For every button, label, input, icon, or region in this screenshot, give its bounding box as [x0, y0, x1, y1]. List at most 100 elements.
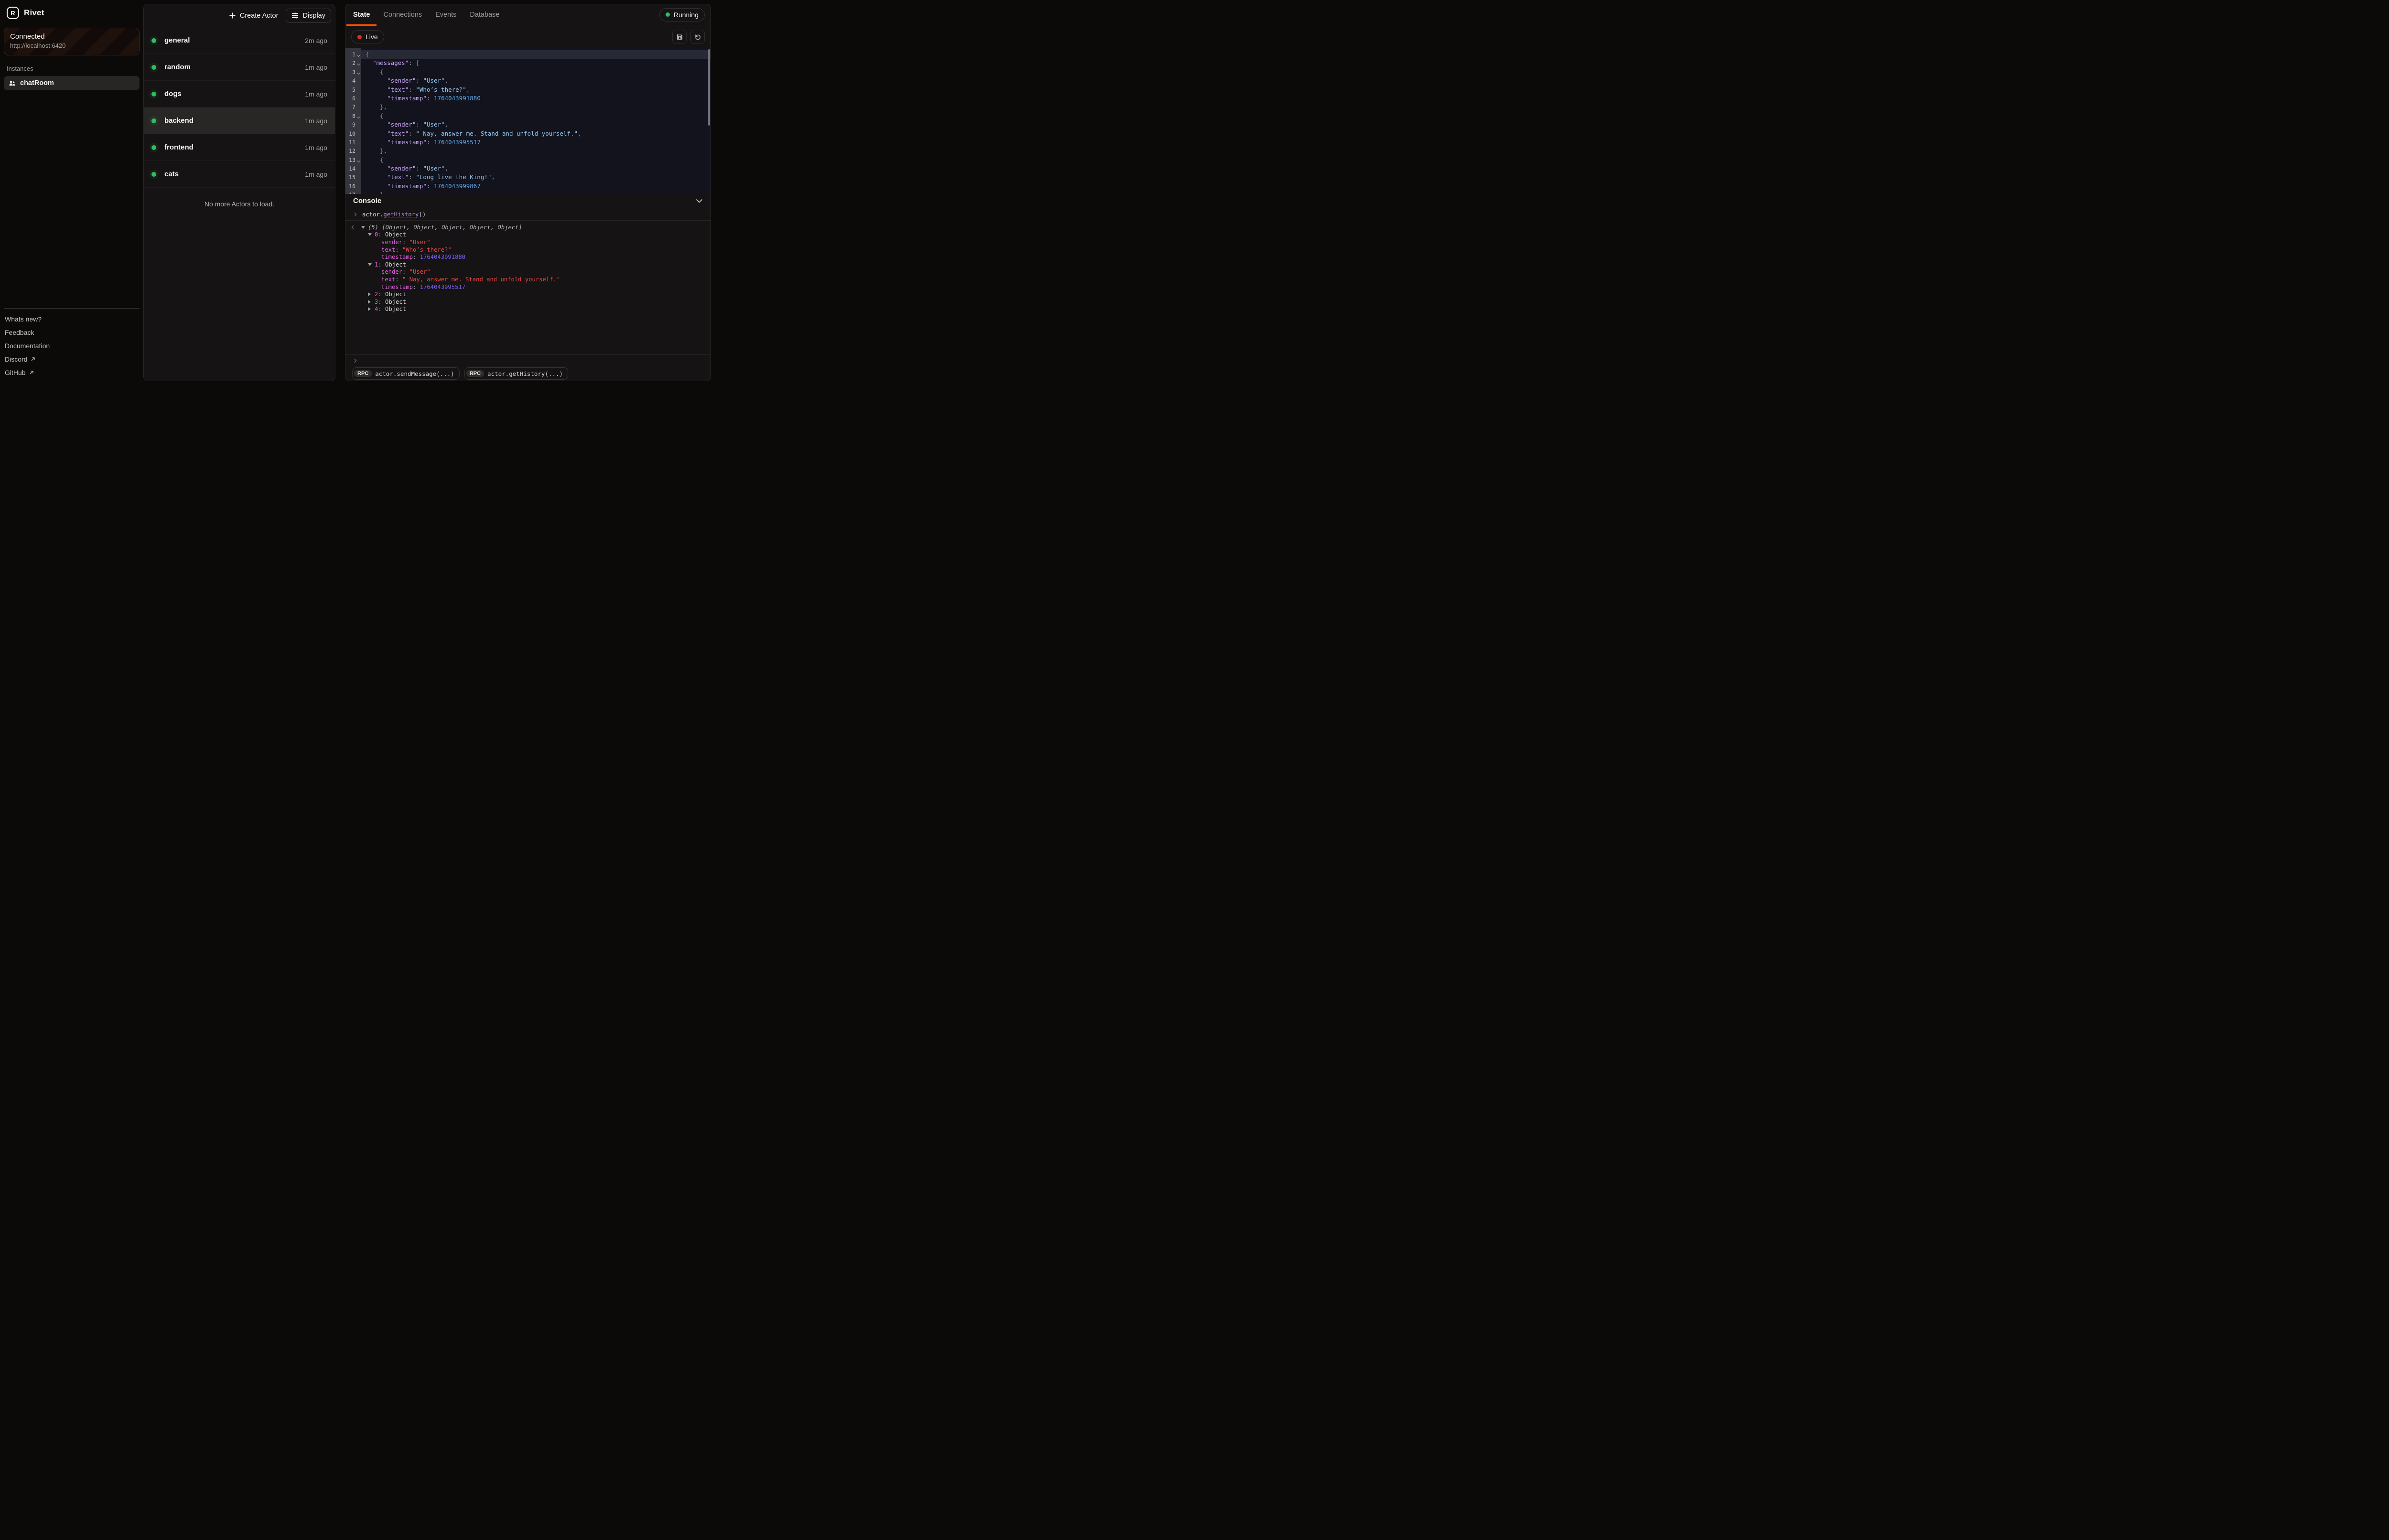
fold-chevron-icon[interactable] [357, 53, 360, 57]
actor-row-cats[interactable]: cats 1m ago [144, 161, 335, 188]
expand-triangle-icon[interactable] [368, 300, 375, 304]
actor-row-random[interactable]: random 1m ago [144, 54, 335, 81]
tab-label: State [353, 11, 370, 19]
footer-link-github[interactable]: GitHub [4, 366, 140, 379]
footer-link-feedback[interactable]: Feedback [4, 326, 140, 339]
console-row: 4: Object [345, 306, 710, 313]
console-row: 3: Object [345, 298, 710, 306]
actor-row-general[interactable]: general 2m ago [144, 27, 335, 54]
fold-chevron-icon[interactable] [357, 71, 360, 75]
undo-rotate-icon [694, 33, 701, 41]
reset-state-button[interactable] [690, 30, 705, 44]
code-line[interactable]: "sender": "User", [361, 164, 710, 173]
app-window: R Rivet Connected http://localhost:6420 … [0, 0, 715, 385]
code-line[interactable]: "messages": [ [361, 59, 710, 67]
fold-chevron-icon[interactable] [357, 159, 360, 162]
fold-chevron-icon[interactable] [357, 62, 360, 65]
line-number: 13 [345, 156, 361, 164]
actor-name: random [164, 63, 191, 71]
sidebar-item-chatroom[interactable]: chatRoom [4, 76, 140, 90]
create-actor-label: Create Actor [240, 12, 279, 20]
code-line[interactable]: { [361, 68, 710, 76]
actor-list-header: Create Actor Display [144, 4, 335, 27]
actor-row-frontend[interactable]: frontend 1m ago [144, 134, 335, 161]
tab-label: Database [470, 11, 499, 19]
console-row: sender: "User" [345, 238, 710, 246]
tab-events[interactable]: Events [429, 4, 463, 25]
external-link-icon [31, 357, 35, 362]
code-line[interactable]: "timestamp": 1764043995517 [361, 138, 710, 147]
tab-label: Events [435, 11, 456, 19]
editor-scrollbar[interactable] [708, 49, 710, 126]
console-header[interactable]: Console [345, 194, 710, 208]
editor-code[interactable]: { "messages": [ { "sender": "User", "tex… [361, 48, 710, 194]
state-toolbar: Live [345, 25, 710, 48]
code-line[interactable]: { [361, 112, 710, 120]
state-json-editor[interactable]: 1234567891011121314151617 { "messages": … [345, 48, 710, 194]
actor-name: frontend [164, 143, 194, 151]
display-label: Display [302, 12, 325, 20]
rpc-get-history-button[interactable]: RPC actor.getHistory(...) [464, 367, 568, 380]
code-line[interactable]: "text": "Long live the King!", [361, 173, 710, 182]
connection-card: Connected http://localhost:6420 [4, 28, 140, 55]
code-line[interactable]: "text": "Who’s there?", [361, 86, 710, 94]
rpc-send-message-button[interactable]: RPC actor.sendMessage(...) [352, 367, 460, 380]
actor-name: cats [164, 170, 179, 178]
sliders-icon [291, 12, 299, 19]
console-row: 0: Object [345, 231, 710, 239]
prompt-chevron-icon [353, 212, 356, 216]
status-dot [151, 172, 156, 177]
line-number: 1 [345, 50, 361, 59]
status-dot [151, 145, 156, 150]
console-row: timestamp: 1764043991880 [345, 253, 710, 261]
rpc-label: actor.sendMessage(...) [375, 370, 454, 377]
code-line[interactable]: } [361, 191, 710, 194]
code-line[interactable]: { [361, 50, 710, 59]
footer-link-label: GitHub [5, 369, 26, 376]
code-line[interactable]: "sender": "User", [361, 76, 710, 85]
code-line[interactable]: "timestamp": 1764043999867 [361, 182, 710, 191]
footer-link-discord[interactable]: Discord [4, 353, 140, 366]
console-row: (5) [Object, Object, Object, Object, Obj… [345, 224, 710, 231]
editor-gutter: 1234567891011121314151617 [345, 48, 361, 194]
code-line[interactable]: { [361, 156, 710, 164]
display-button[interactable]: Display [286, 9, 331, 23]
chevron-down-icon[interactable] [696, 199, 703, 203]
footer-link-documentation[interactable]: Documentation [4, 339, 140, 353]
connection-status: Connected [10, 32, 133, 41]
command-method[interactable]: getHistory [383, 211, 419, 218]
code-line[interactable]: }, [361, 147, 710, 155]
live-toggle-button[interactable]: Live [351, 30, 384, 43]
footer-link-label: Feedback [5, 329, 34, 336]
tab-state[interactable]: State [346, 4, 377, 25]
line-number: 5 [345, 86, 361, 94]
running-status-badge: Running [659, 8, 705, 21]
code-line[interactable]: "text": " Nay, answer me. Stand and unfo… [361, 129, 710, 138]
code-line[interactable]: "timestamp": 1764043991880 [361, 94, 710, 103]
code-line[interactable]: "sender": "User", [361, 120, 710, 129]
expand-triangle-icon[interactable] [361, 226, 368, 229]
rpc-label: actor.getHistory(...) [487, 370, 563, 377]
tab-database[interactable]: Database [463, 4, 506, 25]
expand-triangle-icon[interactable] [368, 263, 375, 266]
plus-icon [229, 12, 236, 19]
expand-triangle-icon[interactable] [368, 307, 375, 311]
footer-link-label: Whats new? [5, 315, 42, 323]
console-input-row[interactable] [345, 354, 710, 366]
actor-name: general [164, 36, 190, 44]
inspector-tabbar: State Connections Events Database Runnin… [345, 4, 710, 25]
code-line[interactable]: }, [361, 103, 710, 111]
brand: R Rivet [4, 5, 140, 21]
fold-chevron-icon[interactable] [357, 115, 360, 118]
footer-link-whats-new[interactable]: Whats new? [4, 312, 140, 326]
tab-connections[interactable]: Connections [377, 4, 429, 25]
save-state-button[interactable] [672, 30, 687, 44]
status-dot [151, 38, 156, 43]
expand-triangle-icon[interactable] [368, 292, 375, 296]
actor-row-backend[interactable]: backend 1m ago [144, 107, 335, 134]
actor-row-dogs[interactable]: dogs 1m ago [144, 81, 335, 107]
create-actor-button[interactable]: Create Actor [223, 8, 284, 23]
expand-triangle-icon[interactable] [368, 233, 375, 236]
line-number: 16 [345, 182, 361, 191]
rpc-badge: RPC [466, 370, 484, 377]
